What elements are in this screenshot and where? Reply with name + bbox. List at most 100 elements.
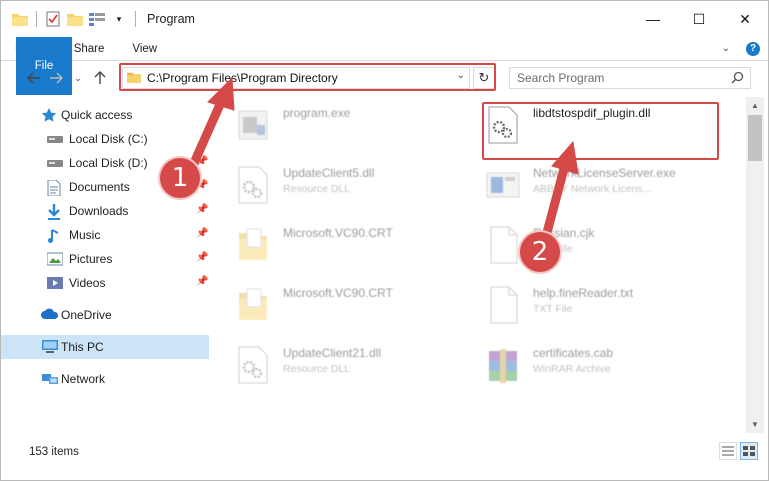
back-button[interactable]: [23, 67, 45, 89]
sidebar-item-label: Pictures: [69, 252, 113, 266]
file-type: WinRAR Archive: [533, 363, 611, 375]
pin-icon: 📌: [196, 156, 209, 167]
properties-icon[interactable]: [44, 10, 62, 28]
file-name: help.fineReader.txt: [533, 286, 634, 300]
pictures-icon: [46, 252, 64, 266]
sidebar-item-music[interactable]: Music 📌: [1, 223, 209, 247]
sidebar-item-downloads[interactable]: Downloads 📌: [1, 199, 209, 223]
file-type: TXT File: [533, 303, 573, 315]
file-name: certificates.cab: [533, 346, 614, 360]
pin-icon: 📌: [196, 228, 209, 239]
tab-view[interactable]: View: [118, 37, 171, 60]
scrollbar-thumb[interactable]: [748, 115, 762, 161]
file-name: Microsoft.VC90.CRT: [283, 286, 393, 300]
view-toggle: [719, 442, 758, 460]
help-icon: ?: [746, 41, 760, 56]
search-icon: [731, 71, 744, 87]
ribbon-tabs: File Home Share View ⌄ ?: [1, 37, 768, 95]
window-controls: — ☐ ✕: [630, 1, 768, 37]
large-icons-view-button[interactable]: [740, 442, 758, 460]
file-name: UpdateClient5.dll: [283, 166, 375, 180]
address-bar-highlight: [119, 63, 496, 91]
details-view-button[interactable]: [719, 442, 737, 460]
file-item[interactable]: Russian.cjk CJK File: [463, 219, 703, 277]
file-item[interactable]: NetworkLicenseServer.exe ABBYY Network L…: [463, 159, 703, 217]
downloads-icon: [47, 204, 63, 220]
folder-icon: [235, 225, 277, 271]
sidebar-item-label: Local Disk (C:): [69, 132, 148, 146]
sidebar-item-onedrive[interactable]: OneDrive: [1, 303, 209, 327]
file-item[interactable]: UpdateClient21.dll Resource DLL: [213, 339, 453, 397]
file-name: UpdateClient21.dll: [283, 346, 382, 360]
new-folder-icon[interactable]: [66, 10, 84, 28]
documents-icon: [47, 179, 63, 197]
recent-locations-button[interactable]: ⌄: [67, 67, 89, 89]
file-item[interactable]: program.exe: [213, 99, 453, 157]
file-item[interactable]: Microsoft.VC90.CRT: [213, 219, 453, 277]
network-icon: [41, 372, 58, 386]
sidebar-item-local-disk-c[interactable]: Local Disk (C:): [1, 127, 209, 151]
navigation-pane: Quick access Local Disk (C:) Local Disk …: [1, 101, 213, 431]
music-icon: [47, 228, 63, 243]
exe-icon: [235, 105, 277, 151]
sidebar-item-label: Local Disk (D:): [69, 156, 148, 170]
details-view-icon: [722, 446, 734, 456]
toolbar-divider: [36, 11, 37, 27]
search-placeholder: Search Program: [517, 71, 605, 85]
up-arrow-icon: [94, 71, 106, 84]
forward-button[interactable]: [45, 67, 67, 89]
toolbar-divider: [135, 11, 136, 27]
view-options-icon[interactable]: [88, 10, 106, 28]
help-button[interactable]: ?: [746, 37, 760, 60]
folder-icon: [235, 285, 277, 331]
forward-arrow-icon: [50, 72, 63, 84]
sidebar-item-quick-access[interactable]: Quick access: [1, 103, 209, 127]
file-name: Microsoft.VC90.CRT: [283, 226, 393, 240]
step-2-badge: 2: [520, 232, 560, 272]
status-bar: 153 items: [1, 441, 768, 463]
sidebar-item-pictures[interactable]: Pictures 📌: [1, 247, 209, 271]
minimize-button[interactable]: —: [630, 1, 676, 37]
file-type: Resource DLL: [283, 183, 351, 195]
target-file-highlight: [482, 102, 719, 160]
up-button[interactable]: [89, 67, 111, 89]
vertical-scrollbar[interactable]: ▲ ▼: [746, 97, 764, 433]
scroll-down-button[interactable]: ▼: [746, 416, 764, 433]
file-name: NetworkLicenseServer.exe: [533, 166, 676, 180]
sidebar-item-videos[interactable]: Videos 📌: [1, 271, 209, 295]
chevron-down-icon: ⌄: [721, 43, 730, 54]
dll-icon: [235, 345, 277, 391]
folder-icon: [11, 10, 29, 28]
file-item[interactable]: help.fineReader.txt TXT File: [463, 279, 703, 337]
file-type: Resource DLL: [283, 363, 351, 375]
scroll-up-button[interactable]: ▲: [746, 97, 764, 114]
back-arrow-icon: [27, 72, 40, 84]
file-item[interactable]: Microsoft.VC90.CRT: [213, 279, 453, 337]
customize-toolbar-icon[interactable]: ▾: [110, 10, 128, 28]
maximize-button[interactable]: ☐: [676, 1, 722, 37]
window-title: Program: [147, 12, 195, 26]
sidebar-item-label: Downloads: [69, 204, 129, 218]
close-button[interactable]: ✕: [722, 1, 768, 37]
sidebar-item-label: Network: [61, 372, 106, 386]
pin-icon: 📌: [196, 252, 209, 263]
expand-ribbon-button[interactable]: ⌄: [722, 37, 738, 60]
videos-icon: [47, 276, 63, 290]
sidebar-item-this-pc[interactable]: This PC: [1, 335, 209, 359]
file-item[interactable]: UpdateClient5.dll Resource DLL: [213, 159, 453, 217]
drive-icon: [47, 132, 63, 146]
title-bar: ▾ Program — ☐ ✕: [1, 1, 768, 37]
quick-access-toolbar: ▾: [1, 10, 139, 28]
pc-icon: [41, 340, 58, 354]
star-icon: [41, 108, 57, 122]
pin-icon: 📌: [196, 204, 209, 215]
item-count: 153 items: [29, 446, 79, 458]
sidebar-item-network[interactable]: Network: [1, 367, 209, 391]
dll-icon: [235, 165, 277, 211]
exe-icon: [485, 165, 527, 211]
file-item[interactable]: certificates.cab WinRAR Archive: [463, 339, 703, 397]
sidebar-item-label: Videos: [69, 276, 106, 290]
search-box[interactable]: Search Program: [509, 67, 751, 89]
archive-icon: [485, 345, 527, 391]
sidebar-item-label: Quick access: [61, 108, 133, 122]
